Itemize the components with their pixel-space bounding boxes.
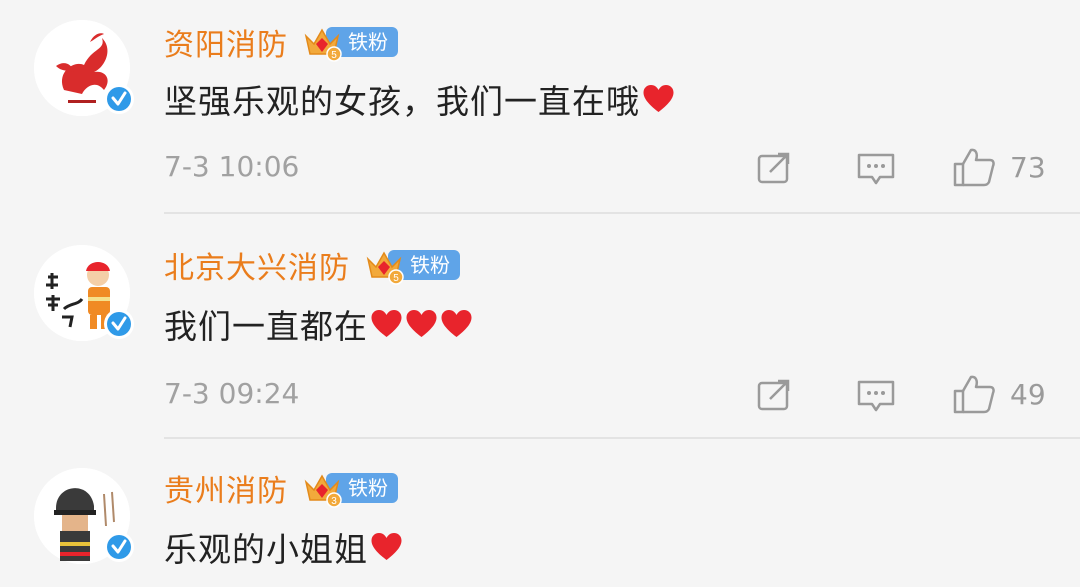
badge-level: 5 <box>331 50 337 61</box>
timestamp: 7-3 10:06 <box>164 150 300 183</box>
verified-badge <box>104 309 134 339</box>
comment-item: 资阳消防 5 铁粉 坚强乐观的女孩，我们一直在哦 7-3 10:06 73 <box>0 0 1080 215</box>
repost-icon <box>757 379 790 411</box>
heart-icon <box>643 85 674 112</box>
repost-button[interactable] <box>756 150 794 186</box>
comment-text: 我们一直都在 <box>164 307 368 346</box>
fan-badge[interactable]: 3 铁粉 <box>302 468 398 508</box>
divider <box>164 437 1080 439</box>
comment-button[interactable] <box>856 150 896 188</box>
comment-item: 贵州消防 3 铁粉 乐观的小姐姐 <box>0 440 1080 587</box>
crown-badge-icon: 5 <box>304 28 342 62</box>
like-button[interactable]: 73 <box>952 146 1046 188</box>
heart-icon <box>406 310 437 337</box>
heart-icon <box>371 310 402 337</box>
avatar[interactable] <box>34 20 134 116</box>
like-count: 73 <box>1010 150 1046 184</box>
repost-button[interactable] <box>756 377 794 413</box>
comment-text: 坚强乐观的女孩，我们一直在哦 <box>164 82 640 121</box>
comment-header: 贵州消防 3 铁粉 <box>164 466 398 510</box>
comment-text-row: 坚强乐观的女孩，我们一直在哦 <box>164 78 675 121</box>
verified-icon <box>107 535 131 559</box>
fan-badge[interactable]: 5 铁粉 <box>364 245 460 285</box>
comment-text: 乐观的小姐姐 <box>164 530 368 569</box>
crown-badge-icon: 3 <box>304 474 342 508</box>
username[interactable]: 北京大兴消防 <box>164 243 350 287</box>
comment-icon <box>857 153 895 185</box>
comment-item: 北京大兴消防 5 铁粉 我们一直都在 7-3 09:24 49 <box>0 215 1080 440</box>
like-icon <box>953 375 995 414</box>
heart-icon <box>371 533 402 560</box>
avatar[interactable] <box>34 468 134 564</box>
avatar[interactable] <box>34 245 134 341</box>
username[interactable]: 贵州消防 <box>164 466 288 510</box>
verified-icon <box>107 312 131 336</box>
comment-text-row: 乐观的小姐姐 <box>164 526 403 569</box>
fan-badge[interactable]: 5 铁粉 <box>302 22 398 62</box>
heart-icon <box>441 310 472 337</box>
like-icon <box>953 148 995 187</box>
badge-level: 3 <box>331 496 337 507</box>
like-button[interactable]: 49 <box>952 373 1046 415</box>
divider <box>164 212 1080 214</box>
comment-button[interactable] <box>856 377 896 415</box>
badge-level: 5 <box>393 273 399 284</box>
comment-header: 资阳消防 5 铁粉 <box>164 20 398 64</box>
verified-icon <box>107 87 131 111</box>
verified-badge <box>104 532 134 562</box>
comment-text-row: 我们一直都在 <box>164 303 473 346</box>
comment-icon <box>857 380 895 412</box>
repost-icon <box>757 152 790 184</box>
timestamp: 7-3 09:24 <box>164 377 300 410</box>
comment-header: 北京大兴消防 5 铁粉 <box>164 243 460 287</box>
like-count: 49 <box>1010 377 1046 411</box>
verified-badge <box>104 84 134 114</box>
username[interactable]: 资阳消防 <box>164 20 288 64</box>
crown-badge-icon: 5 <box>366 251 404 285</box>
